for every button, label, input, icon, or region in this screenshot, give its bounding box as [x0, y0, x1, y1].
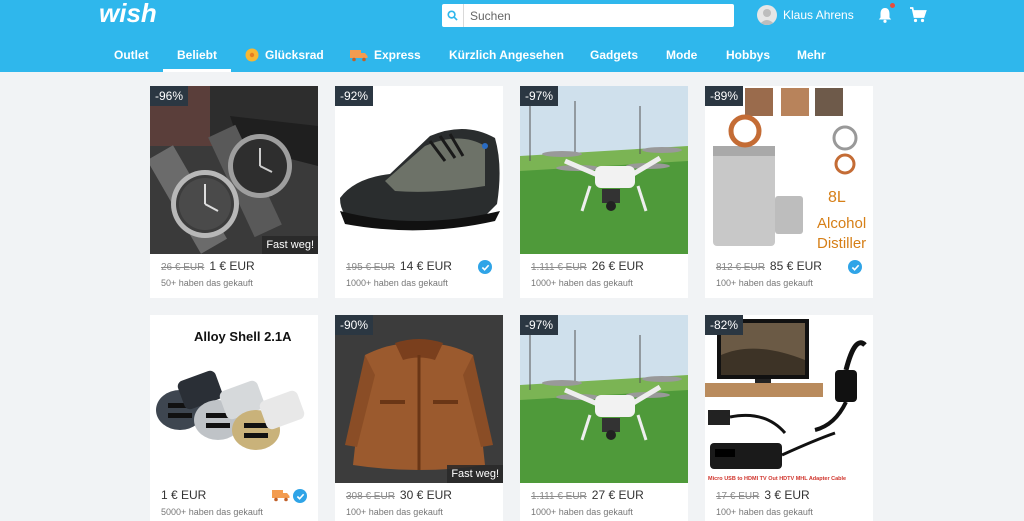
nav-gadgets[interactable]: Gadgets	[590, 38, 638, 72]
svg-text:8L: 8L	[828, 189, 846, 206]
product-card[interactable]: Alloy Shell 2.1A 1 € EUR 5000+ haben das…	[150, 315, 318, 521]
sold-count: 50+ haben das gekauft	[161, 278, 253, 288]
price-row: 308 € EUR 30 € EUR	[346, 488, 452, 504]
notification-dot	[890, 3, 895, 8]
current-price: 26 € EUR	[591, 259, 644, 273]
product-image-drone	[520, 86, 688, 254]
old-price: 195 € EUR	[346, 262, 395, 273]
product-image-hdmi: Micro USB to HDMI TV Out HDTV MHL Adapte…	[705, 315, 873, 483]
old-price: 1.111 € EUR	[531, 262, 587, 273]
verified-check-icon	[848, 260, 862, 274]
current-price: 30 € EUR	[399, 488, 452, 502]
old-price: 308 € EUR	[346, 491, 395, 502]
current-price: 3 € EUR	[764, 488, 810, 502]
price-row: 195 € EUR 14 € EUR	[346, 259, 452, 275]
old-price: 17 € EUR	[716, 491, 760, 502]
sold-count: 5000+ haben das gekauft	[161, 507, 263, 517]
current-price: 1 € EUR	[209, 259, 255, 273]
price-row: 1 € EUR	[161, 488, 206, 504]
user-menu[interactable]: Klaus Ahrens	[757, 5, 854, 25]
discount-badge: -82%	[705, 315, 744, 335]
current-price: 1 € EUR	[161, 488, 207, 502]
price-row: 17 € EUR 3 € EUR	[716, 488, 810, 504]
sold-count: 1000+ haben das gekauft	[531, 507, 633, 517]
price-row: 812 € EUR 85 € EUR	[716, 259, 822, 275]
category-nav: Outlet Beliebt Glücksrad Express Kürzlic…	[0, 38, 1024, 72]
search-button[interactable]	[442, 4, 464, 27]
product-card[interactable]: -92% 195 € EUR 14 € EUR 1000+ haben das …	[335, 86, 503, 298]
product-image-charger: Alloy Shell 2.1A	[150, 315, 318, 483]
search-bar	[442, 4, 734, 27]
old-price: 812 € EUR	[716, 262, 765, 273]
sold-count: 100+ haben das gekauft	[716, 507, 813, 517]
notification-bell-icon[interactable]	[876, 6, 894, 24]
product-image-shoe	[335, 86, 503, 254]
nav-hobbys[interactable]: Hobbys	[726, 38, 770, 72]
discount-badge: -97%	[520, 315, 559, 335]
price-row: 26 € EUR 1 € EUR	[161, 259, 255, 275]
search-icon	[447, 10, 458, 21]
svg-text:Micro USB to HDMI TV Out HDTV: Micro USB to HDMI TV Out HDTV MHL Adapte…	[708, 476, 846, 482]
nav-mode[interactable]: Mode	[666, 38, 697, 72]
verified-check-icon	[293, 489, 307, 503]
price-row: 1.111 € EUR 27 € EUR	[531, 488, 644, 504]
top-header: wish Klaus Ahrens Outlet Belieb	[0, 0, 1024, 72]
fast-weg-label: Fast weg!	[262, 236, 318, 254]
product-card[interactable]: -97% 1.111 € EUR 27 € EUR 1000+ haben da…	[520, 315, 688, 521]
nav-gluecksrad[interactable]: Glücksrad	[245, 38, 324, 72]
product-image-drone	[520, 315, 688, 483]
current-price: 27 € EUR	[591, 488, 644, 502]
verified-check-icon	[478, 260, 492, 274]
wish-logo[interactable]: wish	[98, 1, 166, 29]
search-input[interactable]	[465, 4, 733, 27]
nav-kuerzlich-angesehen[interactable]: Kürzlich Angesehen	[449, 38, 564, 72]
discount-badge: -92%	[335, 86, 374, 106]
nav-outlet[interactable]: Outlet	[114, 38, 149, 72]
svg-text:Distiller: Distiller	[817, 235, 866, 252]
old-price: 1.111 € EUR	[531, 491, 587, 502]
sold-count: 1000+ haben das gekauft	[531, 278, 633, 288]
wheel-icon	[245, 48, 259, 62]
truck-icon	[350, 50, 368, 62]
express-truck-icon	[272, 490, 290, 502]
product-card[interactable]: -90% Fast weg! 308 € EUR 30 € EUR 100+ h…	[335, 315, 503, 521]
product-card[interactable]: 8L Alcohol Distiller -89% 812 € EUR 85 €…	[705, 86, 873, 298]
product-image-distiller: 8L Alcohol Distiller	[705, 86, 873, 254]
avatar	[757, 5, 777, 25]
nav-beliebt[interactable]: Beliebt	[162, 38, 232, 72]
current-price: 85 € EUR	[769, 259, 822, 273]
product-card[interactable]: -97% 1.111 € EUR 26 € EUR 1000+ haben da…	[520, 86, 688, 298]
sold-count: 100+ haben das gekauft	[346, 507, 443, 517]
fast-weg-label: Fast weg!	[447, 465, 503, 483]
discount-badge: -89%	[705, 86, 744, 106]
nav-mehr[interactable]: Mehr	[797, 38, 826, 72]
product-image-jacket	[335, 315, 503, 483]
discount-badge: -96%	[150, 86, 189, 106]
product-card[interactable]: Micro USB to HDMI TV Out HDTV MHL Adapte…	[705, 315, 873, 521]
discount-badge: -97%	[520, 86, 559, 106]
sold-count: 1000+ haben das gekauft	[346, 278, 448, 288]
user-name: Klaus Ahrens	[783, 8, 854, 22]
price-row: 1.111 € EUR 26 € EUR	[531, 259, 644, 275]
sold-count: 100+ haben das gekauft	[716, 278, 813, 288]
current-price: 14 € EUR	[399, 259, 452, 273]
nav-express[interactable]: Express	[350, 38, 421, 72]
old-price: 26 € EUR	[161, 262, 205, 273]
cart-icon[interactable]	[909, 6, 927, 24]
product-card[interactable]: -96% Fast weg! 26 € EUR 1 € EUR 50+ habe…	[150, 86, 318, 298]
svg-text:wish: wish	[99, 1, 157, 28]
svg-text:Alloy Shell 2.1A: Alloy Shell 2.1A	[194, 329, 292, 344]
product-image-watches	[150, 86, 318, 254]
svg-text:Alcohol: Alcohol	[817, 215, 866, 232]
discount-badge: -90%	[335, 315, 374, 335]
